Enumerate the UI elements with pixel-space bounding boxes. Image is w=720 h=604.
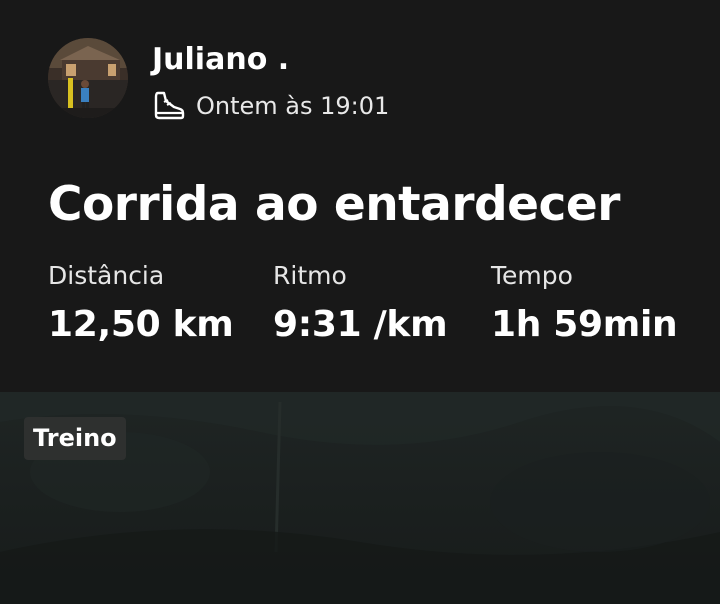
activity-feed-card: Juliano . Ontem às 19:01 Corrida ao enta…	[0, 0, 720, 604]
athlete-photo	[48, 38, 128, 118]
athlete-name[interactable]: Juliano .	[152, 40, 289, 80]
activity-header[interactable]: Juliano . Ontem às 19:01 Corrida ao enta…	[0, 0, 720, 392]
stat-pace-value: 9:31 /km	[273, 304, 448, 345]
activity-meta: Ontem às 19:01	[152, 84, 389, 128]
stat-distance: Distância 12,50 km	[48, 256, 234, 350]
activity-title[interactable]: Corrida ao entardecer	[48, 174, 620, 236]
stat-distance-label: Distância	[48, 261, 165, 290]
workout-tag: Treino	[24, 417, 126, 460]
stat-time-value: 1h 59min	[491, 304, 678, 345]
running-shoe-icon	[152, 89, 186, 123]
activity-timestamp: Ontem às 19:01	[196, 92, 390, 120]
avatar[interactable]	[48, 38, 128, 118]
stat-distance-value: 12,50 km	[48, 304, 234, 345]
stat-time: Tempo 1h 59min	[491, 256, 678, 350]
stat-pace-label: Ritmo	[273, 261, 347, 290]
stat-pace: Ritmo 9:31 /km	[273, 256, 448, 350]
stat-time-label: Tempo	[491, 261, 573, 290]
